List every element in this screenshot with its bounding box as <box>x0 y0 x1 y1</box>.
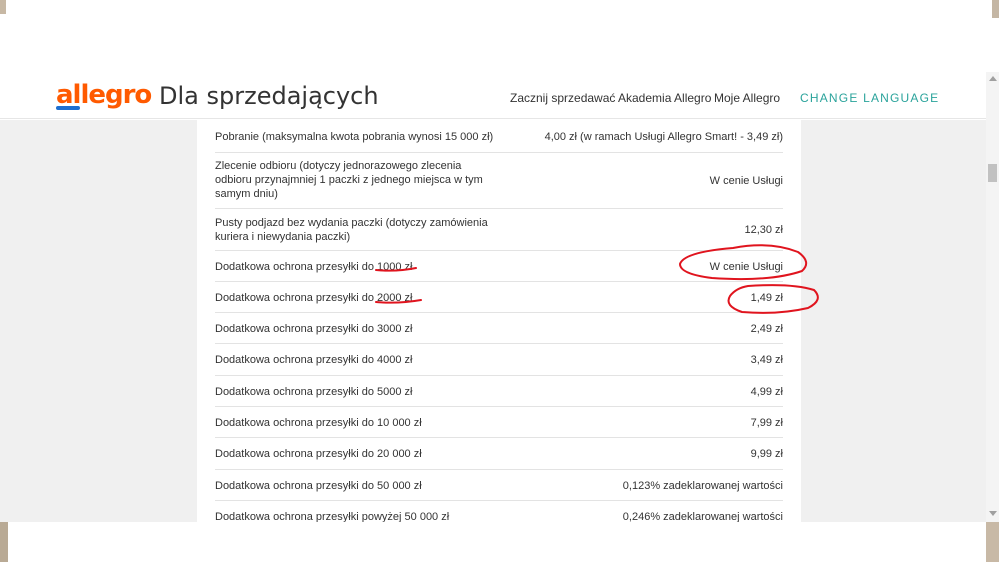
row-value: 12,30 zł <box>744 224 783 236</box>
table-row: Dodatkowa ochrona przesyłki do 20 000 zł… <box>215 438 783 470</box>
table-row: Dodatkowa ochrona przesyłki powyżej 50 0… <box>215 501 783 522</box>
scroll-down-arrow-icon[interactable] <box>989 511 997 516</box>
row-label: Pusty podjazd bez wydania paczki (dotycz… <box>215 217 488 243</box>
logo-accent <box>56 106 80 110</box>
site-title: Dla sprzedających <box>159 82 379 110</box>
row-label: Dodatkowa ochrona przesyłki powyżej 50 0… <box>215 511 450 522</box>
table-row: Dodatkowa ochrona przesyłki do 2000 zł 1… <box>215 282 783 313</box>
row-value: 9,99 zł <box>750 448 783 460</box>
nav-start-selling[interactable]: Zacznij sprzedawać <box>510 91 615 105</box>
row-value: 2,49 zł <box>750 323 783 335</box>
row-label: Dodatkowa ochrona przesyłki do 3000 zł <box>215 323 413 335</box>
row-value: 0,123% zadeklarowanej wartości <box>622 480 783 492</box>
table-row: Dodatkowa ochrona przesyłki do 10 000 zł… <box>215 407 783 438</box>
site-header: allegro Dla sprzedających Zacznij sprzed… <box>0 72 986 119</box>
row-value: W cenie Usługi <box>709 261 783 273</box>
row-label: Dodatkowa ochrona przesyłki do 2000 zł <box>215 292 413 304</box>
nav-moje-allegro[interactable]: Moje Allegro <box>714 91 780 105</box>
scrollbar-thumb[interactable] <box>988 164 997 182</box>
row-label: Dodatkowa ochrona przesyłki do 1000 zł <box>215 261 413 273</box>
row-value: 1,49 zł <box>750 292 783 304</box>
nav-akademia-allegro[interactable]: Akademia Allegro <box>618 91 711 105</box>
row-value: 3,49 zł <box>750 354 783 366</box>
vertical-scrollbar[interactable] <box>986 72 999 522</box>
row-label: Pobranie (maksymalna kwota pobrania wyno… <box>215 131 494 143</box>
background-corner <box>0 0 6 14</box>
row-value: 4,00 zł (w ramach Usługi Allegro Smart! … <box>544 131 783 143</box>
top-blank-area <box>0 0 999 72</box>
row-label: Dodatkowa ochrona przesyłki do 5000 zł <box>215 386 413 398</box>
scroll-up-arrow-icon[interactable] <box>989 76 997 81</box>
row-label: Dodatkowa ochrona przesyłki do 4000 zł <box>215 354 413 366</box>
pricing-table: Pobranie (maksymalna kwota pobrania wyno… <box>197 120 801 522</box>
background-corner <box>992 0 999 18</box>
table-row: Dodatkowa ochrona przesyłki do 5000 zł 4… <box>215 376 783 407</box>
table-row: Dodatkowa ochrona przesyłki do 3000 zł 2… <box>215 313 783 344</box>
row-value: 7,99 zł <box>750 417 783 429</box>
row-label: Dodatkowa ochrona przesyłki do 20 000 zł <box>215 448 422 460</box>
row-value: 4,99 zł <box>750 386 783 398</box>
row-value: W cenie Usługi <box>709 175 783 187</box>
background-corner <box>0 522 8 562</box>
allegro-logo[interactable]: allegro <box>56 80 152 110</box>
table-row: Dodatkowa ochrona przesyłki do 4000 zł 3… <box>215 344 783 376</box>
row-label: Zlecenie odbioru (dotyczy jednorazowego … <box>215 160 483 200</box>
row-label: Dodatkowa ochrona przesyłki do 10 000 zł <box>215 417 422 429</box>
row-value: 0,246% zadeklarowanej wartości <box>622 511 783 522</box>
table-row: Zlecenie odbioru (dotyczy jednorazowego … <box>215 153 783 209</box>
row-label: Dodatkowa ochrona przesyłki do 50 000 zł <box>215 480 422 492</box>
table-row: Dodatkowa ochrona przesyłki do 50 000 zł… <box>215 470 783 501</box>
bottom-blank-area <box>0 522 999 562</box>
change-language-link[interactable]: CHANGE LANGUAGE <box>800 91 939 105</box>
background-corner <box>986 522 999 562</box>
table-row: Pusty podjazd bez wydania paczki (dotycz… <box>215 209 783 251</box>
table-row: Pobranie (maksymalna kwota pobrania wyno… <box>215 120 783 153</box>
table-row: Dodatkowa ochrona przesyłki do 1000 zł W… <box>215 251 783 282</box>
